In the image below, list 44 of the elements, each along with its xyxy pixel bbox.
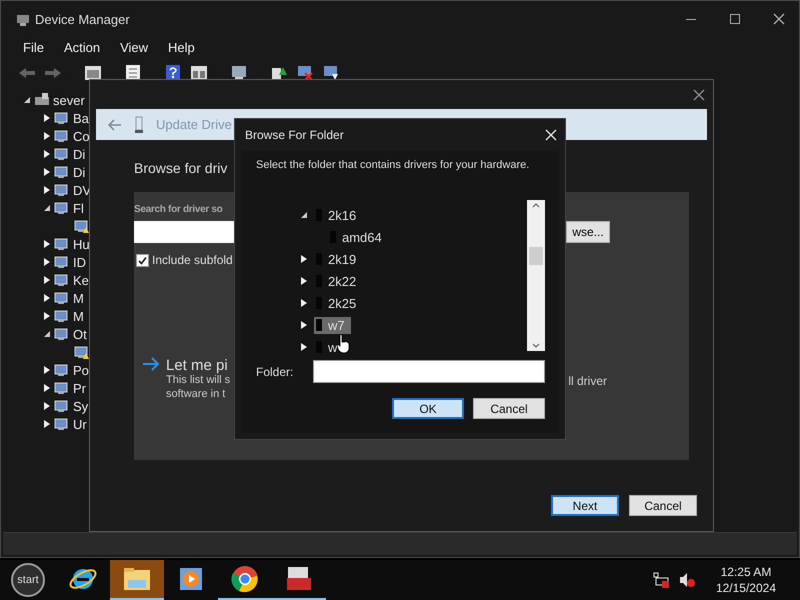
menu-item[interactable]: File [23, 40, 44, 54]
tree-item[interactable]: Co [73, 128, 90, 144]
browse-button[interactable]: wse... [566, 221, 610, 243]
option-description: software in t [166, 388, 226, 400]
folder-item[interactable]: 2k25 [314, 294, 362, 312]
menu-item[interactable]: View [120, 40, 148, 54]
tree-item[interactable]: Ot [73, 326, 87, 342]
tree-item[interactable]: Ur [73, 416, 87, 432]
folder-item[interactable]: w7 [314, 316, 351, 334]
option-description: This list will s [166, 374, 230, 388]
folder-item[interactable]: amd64 [328, 228, 388, 246]
tree-item[interactable]: Fl [73, 200, 84, 216]
tree-item[interactable]: Ke [73, 272, 89, 288]
tree-item[interactable]: sever [53, 92, 85, 108]
clock-time: 12:25 AM [720, 564, 772, 580]
instruction-text: Select the folder that contains drivers for your hardware. [256, 159, 530, 171]
next-button[interactable]: Next [551, 495, 619, 516]
folder-label: Folder: [256, 364, 294, 378]
tree-item[interactable]: Hu [73, 236, 90, 252]
tree-item[interactable]: Po [73, 362, 89, 378]
window-title: Device Manager [35, 12, 131, 26]
folder-item[interactable]: 2k22 [314, 272, 362, 290]
ok-button[interactable]: OK [392, 398, 464, 419]
cancel-button[interactable]: Cancel [629, 495, 697, 516]
cancel-button[interactable]: Cancel [473, 398, 545, 419]
tree-item[interactable]: Pr [73, 380, 86, 396]
tree-item[interactable]: Ba [73, 110, 89, 126]
tree-item[interactable]: M [73, 308, 84, 324]
tree-item[interactable]: ID [73, 254, 86, 270]
option-description: ll driver [568, 374, 607, 388]
clock-date: 12/15/2024 [716, 580, 776, 596]
search-label: Search for driver so [134, 204, 222, 215]
folder-item[interactable]: 2k16 [314, 206, 362, 224]
folder-item[interactable]: 2k19 [314, 250, 362, 268]
menu-item[interactable]: Help [168, 40, 195, 54]
menu-item[interactable]: Action [64, 40, 100, 54]
tree-item[interactable]: M [73, 290, 84, 306]
tree-item[interactable]: Di [73, 146, 86, 162]
dialog-title: Browse For Folder [245, 128, 344, 142]
dialog-heading: Browse for driv [134, 160, 228, 176]
dialog-title: Update Drive [156, 117, 232, 132]
tree-item[interactable]: Sy [73, 398, 88, 414]
checkbox-label: Include subfold [152, 253, 233, 267]
tree-item[interactable]: Di [73, 164, 86, 180]
